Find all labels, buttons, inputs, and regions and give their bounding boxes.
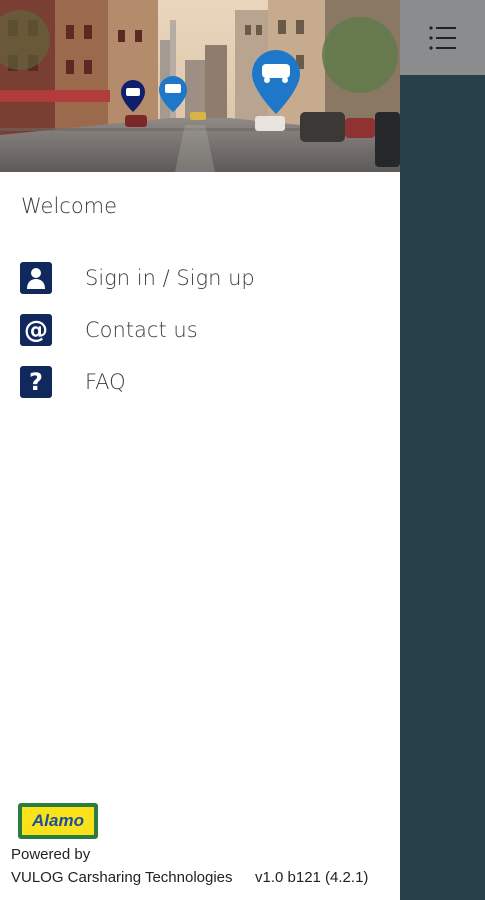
- alamo-logo: Alamo: [18, 803, 98, 839]
- company-name: VULOG Carsharing Technologies: [11, 869, 233, 886]
- menu-toggle-button[interactable]: [400, 0, 485, 75]
- navigation-drawer: Welcome Sign in / Sign up @ Contact us ?…: [0, 0, 400, 900]
- user-icon: [20, 262, 52, 294]
- menu-item-label: FAQ: [85, 370, 126, 394]
- menu-item-label: Contact us: [85, 318, 198, 342]
- city-street-header-image: [0, 0, 400, 172]
- menu-item-contact-us[interactable]: @ Contact us: [20, 312, 390, 348]
- main-map-area[interactable]: [400, 0, 485, 900]
- app-version: v1.0 b121 (4.2.1): [255, 869, 369, 886]
- menu-list-icon: [428, 25, 456, 50]
- at-sign-icon: @: [20, 314, 52, 346]
- menu-item-label: Sign in / Sign up: [85, 266, 255, 290]
- drawer-footer: Alamo Powered by VULOG Carsharing Techno…: [0, 800, 400, 900]
- menu-item-sign-in[interactable]: Sign in / Sign up: [20, 260, 390, 296]
- question-mark-icon: ?: [20, 366, 52, 398]
- powered-by-label: Powered by: [11, 846, 91, 863]
- welcome-text: Welcome: [21, 194, 118, 218]
- menu-item-faq[interactable]: ? FAQ: [20, 364, 390, 400]
